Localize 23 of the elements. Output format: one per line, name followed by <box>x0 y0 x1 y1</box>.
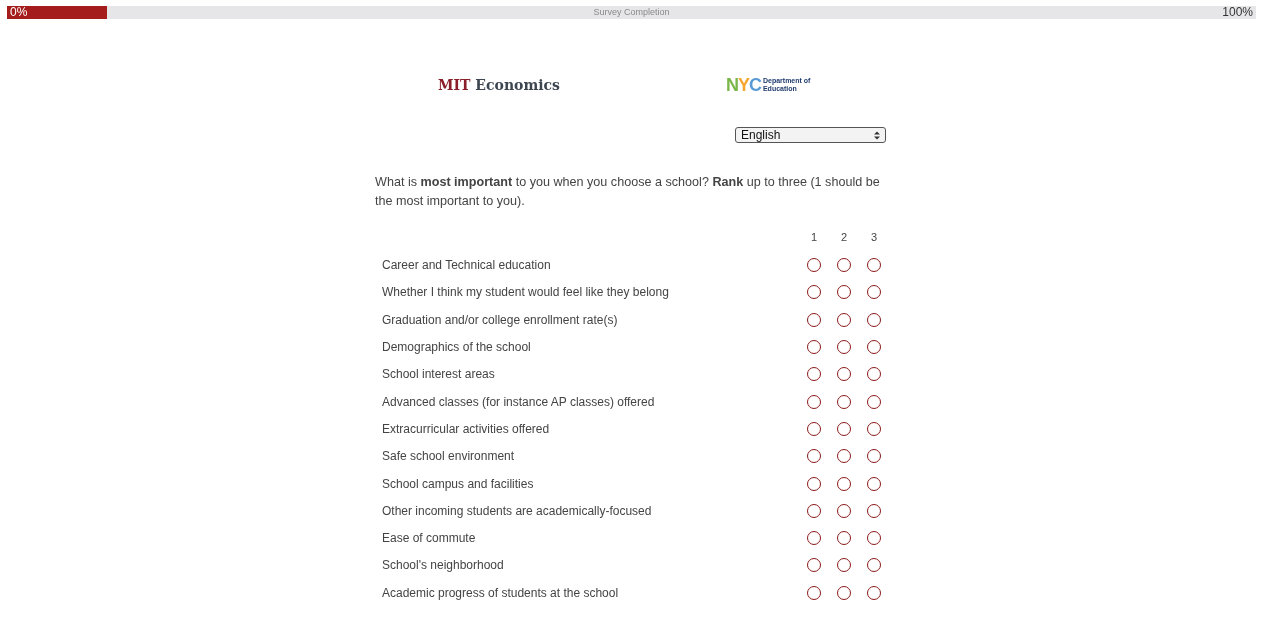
option-label: Whether I think my student would feel like they belong <box>382 284 670 302</box>
option-label: School interest areas <box>382 366 496 384</box>
option-label: Extracurricular activities offered <box>382 420 551 438</box>
rank-column-header: 2 <box>839 230 849 245</box>
progress-start-label: 0% <box>10 4 28 20</box>
option-label: Other incoming students are academically-focused <box>382 502 653 520</box>
option-label: Academic progress of students at the school <box>382 584 620 602</box>
option-label: Advanced classes (for instance AP classes) offered <box>382 393 656 411</box>
option-label: Ease of commute <box>382 530 477 548</box>
language-select[interactable]: English <box>735 127 886 143</box>
option-label: Career and Technical education <box>382 257 552 275</box>
rank-column-header: 3 <box>869 230 879 245</box>
question-text: What is most important to you when you choose a school? Rank up to three (1 should be the most important to you). <box>375 174 881 210</box>
progress-title: Survey Completion <box>593 6 670 19</box>
option-label: School's neighborhood <box>382 557 505 575</box>
option-label: Demographics of the school <box>382 339 532 357</box>
mit-economics-logo: MIT Economics <box>438 75 560 95</box>
option-label: Safe school environment <box>382 448 516 466</box>
option-label: Graduation and/or college enrollment rate(s) <box>382 311 619 329</box>
rank-column-header: 1 <box>809 230 819 245</box>
select-arrows-icon <box>874 130 880 140</box>
option-label: School campus and facilities <box>382 475 535 493</box>
progress-end-label: 100% <box>1222 4 1253 20</box>
